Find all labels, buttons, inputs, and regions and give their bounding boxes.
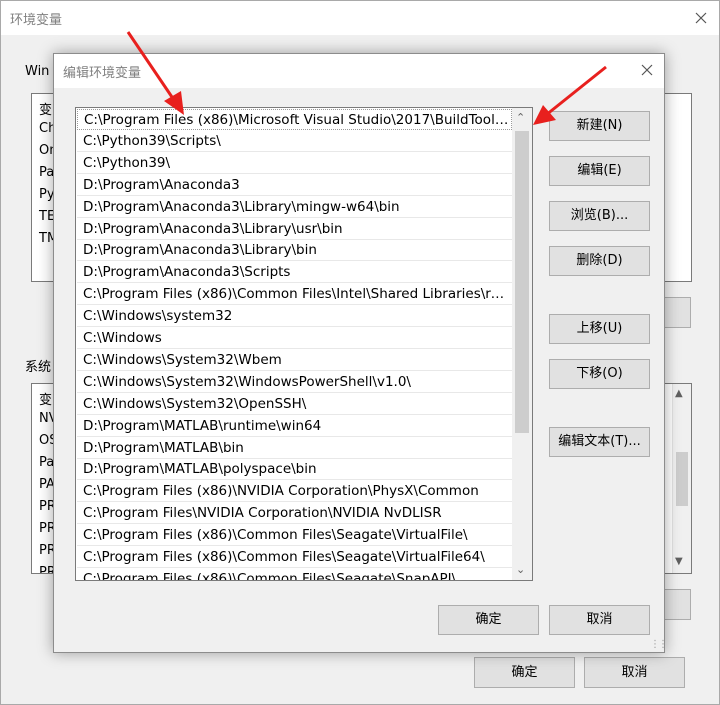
path-list-item[interactable]: D:\Program\Anaconda3\Library\usr\bin [77, 219, 512, 240]
path-list-item[interactable]: C:\Python39\Scripts\ [77, 131, 512, 152]
window-title: 环境变量 [10, 13, 63, 28]
column-header: 变 [39, 393, 53, 408]
resize-grip-icon[interactable]: ⋮⋮ [650, 639, 668, 650]
path-list-item[interactable]: C:\Windows\system32 [77, 306, 512, 328]
new-button[interactable]: 新建(N) [549, 111, 650, 141]
path-list-item[interactable]: C:\Windows [77, 328, 512, 349]
path-list-item[interactable]: C:\Program Files (x86)\Common Files\Inte… [77, 284, 512, 306]
ok-button[interactable]: 确定 [474, 657, 575, 688]
move-up-button[interactable]: 上移(U) [549, 314, 650, 344]
delete-button[interactable]: 删除(D) [549, 246, 650, 276]
column-header: 变 [39, 103, 53, 118]
chevron-down-icon[interactable]: ⌄ [516, 563, 525, 576]
chevron-up-icon[interactable]: ⌃ [516, 111, 525, 124]
dialog-title: 编辑环境变量 [63, 66, 142, 81]
path-list-item[interactable]: C:\Program Files (x86)\NVIDIA Corporatio… [77, 481, 512, 503]
path-list-item[interactable]: D:\Program\Anaconda3\Library\bin [77, 240, 512, 262]
browse-button[interactable]: 浏览(B)... [549, 201, 650, 231]
user-variables-label: Win [25, 64, 50, 79]
scroll-thumb[interactable] [676, 452, 688, 506]
list-item[interactable]: Pa [39, 455, 54, 470]
path-list-scrollbar[interactable]: ⌃ ⌄ [512, 108, 532, 580]
edit-environment-variable-dialog: 编辑环境变量 C:\Program Files (x86)\Microsoft … [53, 53, 668, 653]
path-list-item[interactable]: C:\Program Files (x86)\Common Files\Seag… [77, 547, 512, 568]
path-list-item[interactable]: D:\Program\Anaconda3\Scripts [77, 262, 512, 284]
chevron-up-icon[interactable]: ▲ [675, 388, 683, 399]
path-list-item[interactable]: C:\Windows\System32\OpenSSH\ [77, 394, 512, 415]
path-list-item[interactable]: C:\Windows\System32\Wbem [77, 350, 512, 371]
path-list-item[interactable]: C:\Program Files (x86)\Microsoft Visual … [77, 109, 512, 130]
path-list-item[interactable]: D:\Program\Anaconda3\Library\mingw-w64\b… [77, 197, 512, 218]
cancel-button[interactable]: 取消 [549, 605, 650, 635]
chevron-down-icon[interactable]: ▼ [675, 556, 683, 567]
system-variables-label: 系统 [25, 360, 52, 375]
list-item[interactable]: Pa [39, 165, 54, 180]
ok-button[interactable]: 确定 [438, 605, 539, 635]
system-list-scrollbar[interactable]: ▲ ▼ [672, 384, 691, 573]
path-list-item[interactable]: D:\Program\MATLAB\bin [77, 438, 512, 459]
path-list-item[interactable]: D:\Program\Anaconda3 [77, 175, 512, 196]
path-list-item[interactable]: D:\Program\MATLAB\runtime\win64 [77, 416, 512, 437]
dialog-title-bar: 编辑环境变量 [54, 54, 664, 88]
title-bar: 环境变量 [1, 1, 719, 35]
scroll-thumb[interactable] [515, 131, 529, 433]
close-icon[interactable] [637, 60, 657, 80]
path-list[interactable]: C:\Program Files (x86)\Microsoft Visual … [75, 107, 533, 581]
path-list-item[interactable]: C:\Program Files (x86)\Common Files\Seag… [77, 525, 512, 547]
path-list-item[interactable]: C:\Program Files (x86)\Common Files\Seag… [77, 569, 512, 580]
close-icon[interactable] [691, 8, 711, 28]
cancel-button[interactable]: 取消 [584, 657, 685, 688]
path-list-item[interactable]: C:\Program Files\NVIDIA Corporation\NVID… [77, 503, 512, 525]
edit-button[interactable]: 编辑(E) [549, 156, 650, 186]
path-list-item[interactable]: C:\Windows\System32\WindowsPowerShell\v1… [77, 372, 512, 393]
path-list-item[interactable]: D:\Program\MATLAB\polyspace\bin [77, 459, 512, 481]
path-list-item[interactable]: C:\Python39\ [77, 153, 512, 174]
edit-text-button[interactable]: 编辑文本(T)... [549, 427, 650, 457]
move-down-button[interactable]: 下移(O) [549, 359, 650, 389]
